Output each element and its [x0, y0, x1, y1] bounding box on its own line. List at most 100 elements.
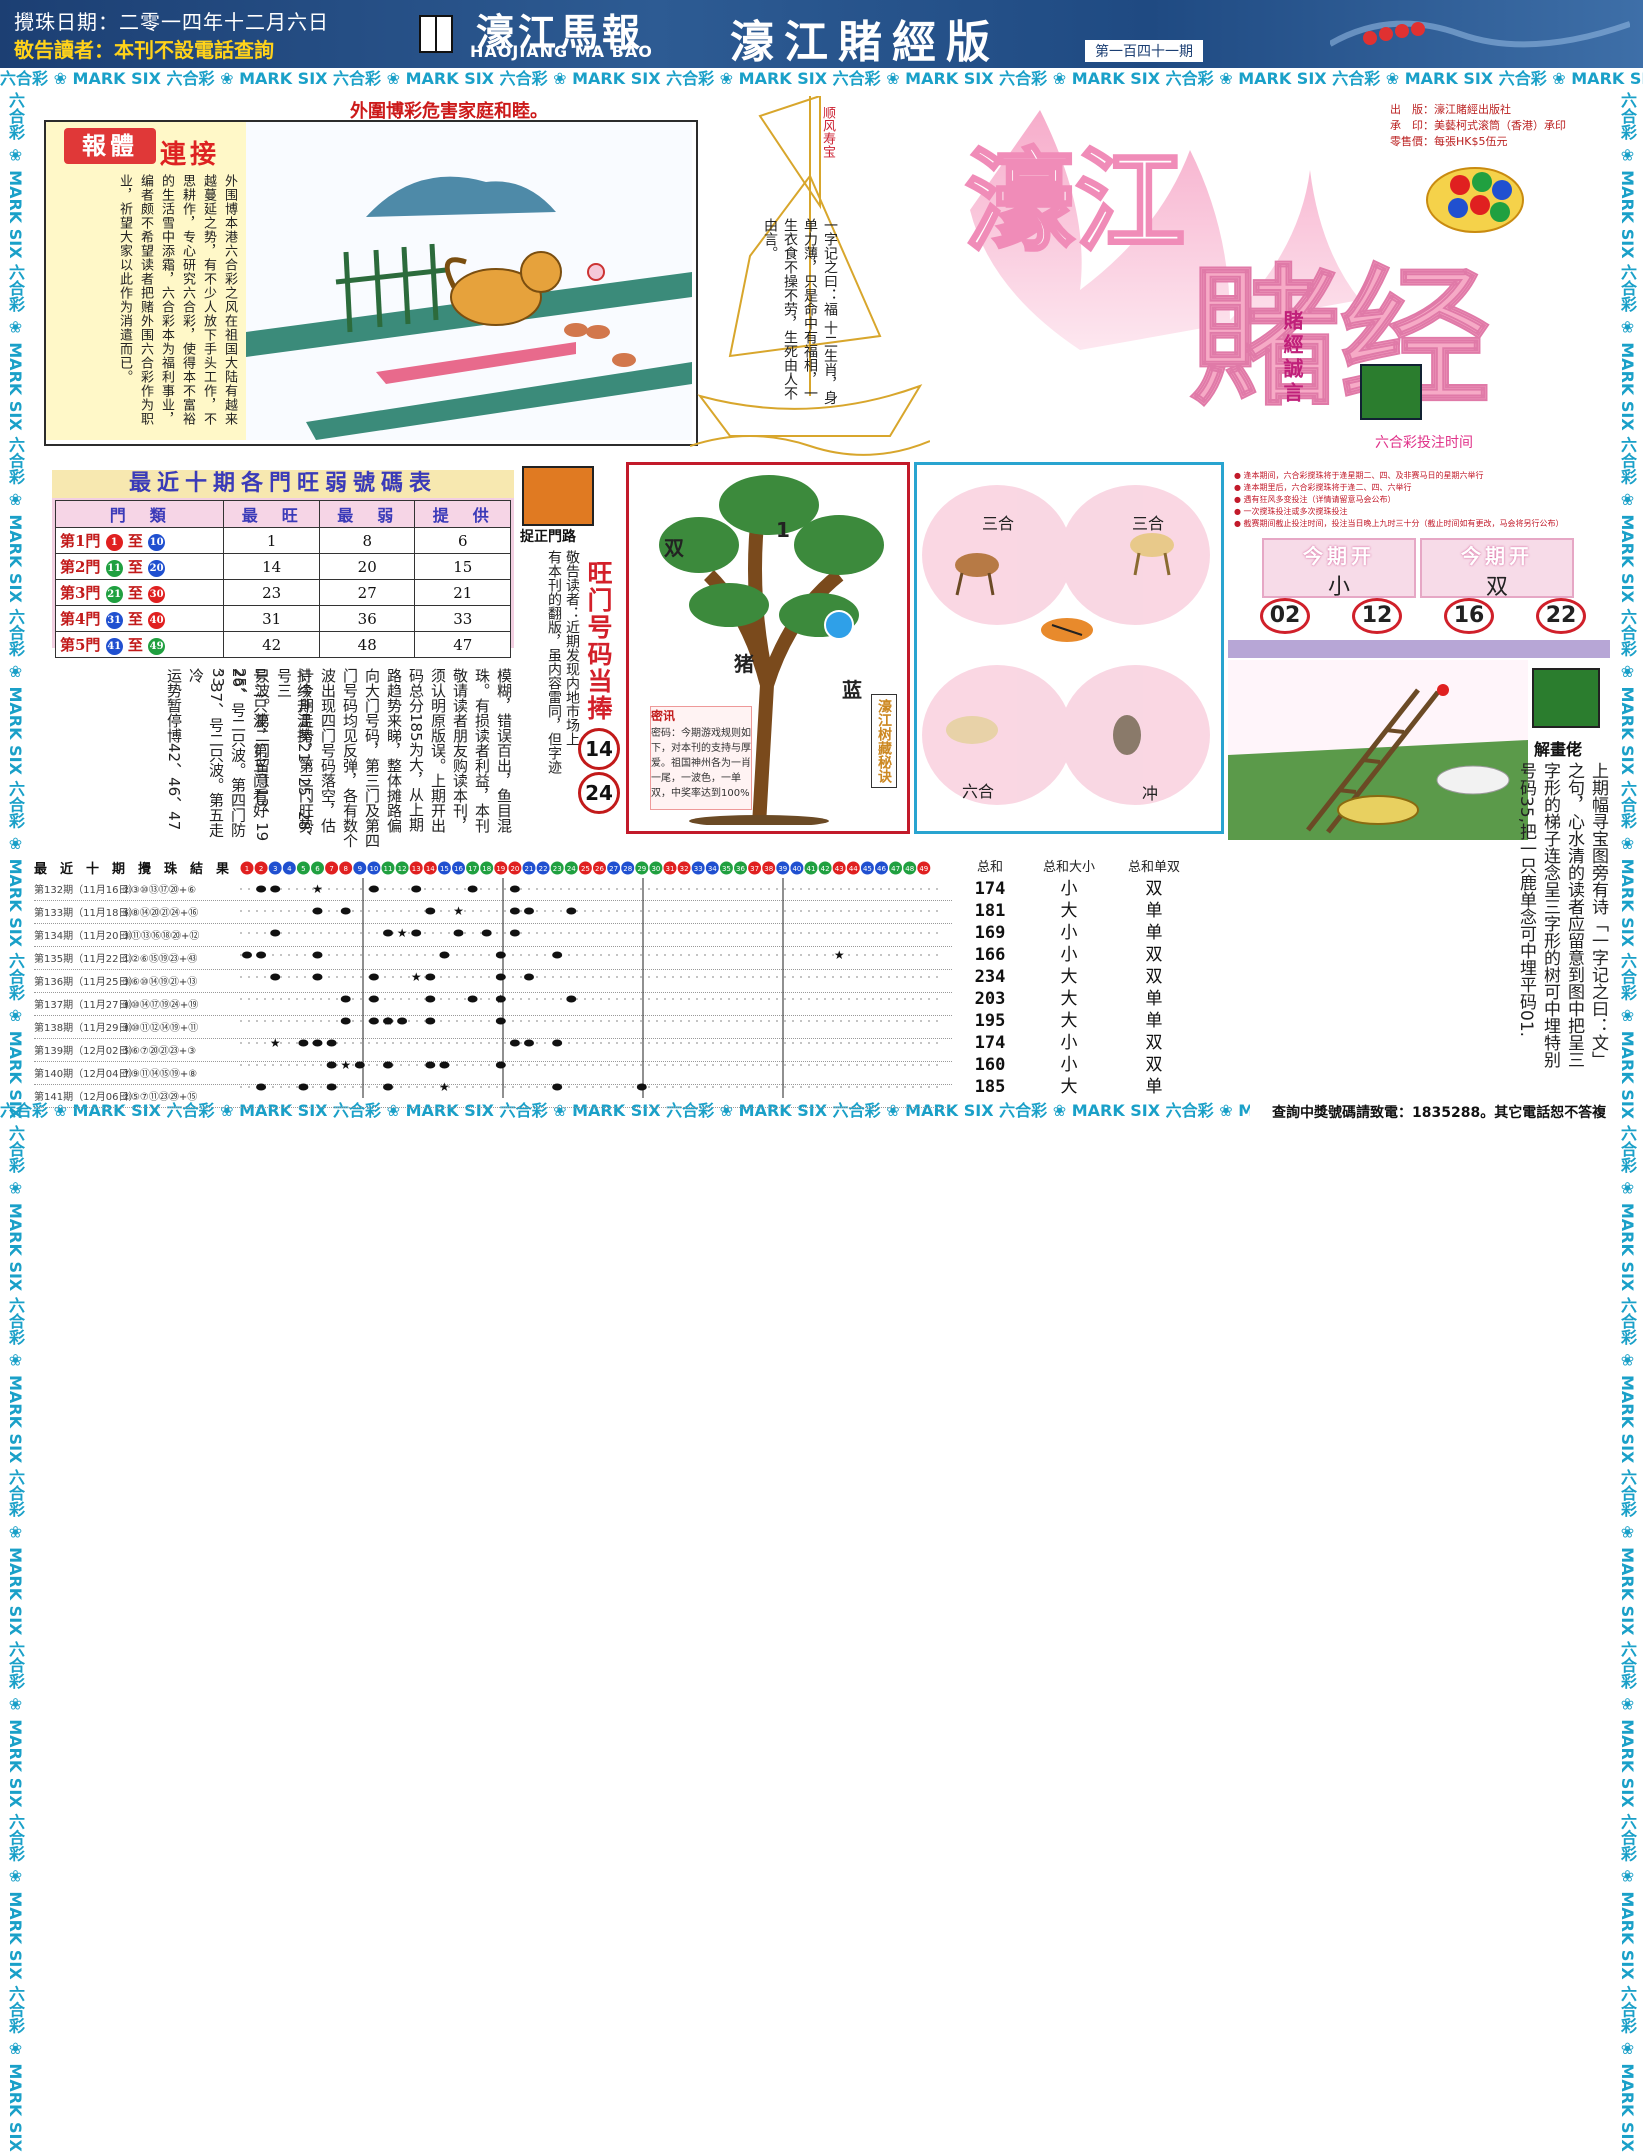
gate-name-cell: 第4門 31 至 40 [54, 605, 225, 632]
bet-rule: ● 一次搅珠投注或多次搅珠投注 [1234, 507, 1348, 516]
ball-number-label: 16 [454, 865, 463, 873]
ball-number-label: 30 [651, 865, 660, 873]
trend-dot [256, 951, 267, 959]
gate-analysis-col: 、37、号二只波。第五走冷 [187, 668, 225, 838]
gate-from-ball: 21 [105, 585, 123, 603]
tree-note-title: 密讯 [651, 709, 676, 723]
gate-to-ball: 10 [148, 533, 166, 551]
result-numbers: ⑧⑩⑪⑫⑭⑲+⑪ [122, 1023, 199, 1034]
gate-analysis-col: 波出现四门号码落空，估 [319, 668, 337, 833]
gate-to-ball: 40 [148, 611, 166, 629]
trend-dot [368, 995, 379, 1003]
gate-name: 第5門 [60, 636, 101, 654]
trend-special-star: ★ [439, 1080, 450, 1094]
ball-number-label: 7 [329, 865, 333, 873]
result-numbers: ⑦⑨⑪⑭⑮⑲+⑧ [122, 1069, 198, 1080]
column-title: 总和单双 [1127, 860, 1180, 875]
tree-secret-note: 密讯 密码：今期游戏规则如下，对本刊的支持与厚爱。祖国神州各为一肖一尾，一波色，… [650, 706, 752, 810]
tree-label-zodiac: 猪 [734, 652, 754, 676]
gate-table-title: 最近十期各門旺弱號碼表 [52, 470, 514, 498]
gate-name: 第3門 [60, 584, 101, 602]
logo-english: HAOJIANG MA BAO [470, 42, 653, 61]
gate-hot-cell: 23 [223, 579, 320, 606]
column-value: 单 [1145, 901, 1163, 921]
trend-dot [340, 995, 351, 1003]
trend-dot [425, 1017, 436, 1025]
zheng-men-label: 捉正門路 [520, 529, 576, 545]
trend-dot [326, 1039, 337, 1047]
news-badge: 報體 [64, 128, 156, 164]
trend-special-star: ★ [453, 904, 464, 918]
draw-parity-box: 今期开 双 [1420, 538, 1574, 600]
pick-number-ball: 12 [1352, 598, 1402, 634]
column-value: 双 [1145, 945, 1163, 965]
price-line: 零售價：每張HK$5伍元 [1390, 135, 1508, 148]
trend-dot [467, 995, 478, 1003]
ball-number-label: 14 [426, 865, 435, 873]
trend-dot [552, 1083, 563, 1091]
trend-dot [326, 1061, 337, 1069]
trend-dot [524, 1039, 534, 1047]
issue-number: 第一百四十一期 [1085, 40, 1203, 62]
trend-dot [242, 951, 252, 959]
column-value: 单 [1145, 1077, 1163, 1097]
column-value: 单 [1145, 989, 1163, 1009]
zodiac-label-liuhe: 六合 [962, 782, 995, 801]
ball-number-label: 1 [245, 865, 249, 873]
trend-dot [636, 1083, 647, 1091]
gate-name-cell: 第1門 1 至 10 [54, 527, 225, 554]
column-value: 单 [1145, 923, 1163, 943]
ball-number-label: 19 [496, 865, 505, 873]
tree-label-color: 蓝 [842, 678, 862, 702]
gate-table-header: 提 供 [414, 500, 511, 528]
monkey-icon [1113, 715, 1141, 755]
pick-number-ball: 02 [1260, 598, 1310, 634]
gate-hot-cell: 42 [223, 631, 320, 658]
ball-number-label: 43 [835, 865, 844, 873]
trend-dot [524, 973, 534, 981]
draw-size-value: 小 [1327, 575, 1350, 600]
ball-number-label: 6 [315, 865, 320, 873]
gate-table-header: 最 弱 [318, 500, 416, 528]
column-value: 小 [1060, 879, 1078, 899]
result-numbers: ⑧⑩⑭⑰⑲㉔+⑲ [122, 1000, 199, 1011]
ball-number-label: 35 [722, 865, 731, 873]
zodiac-label-sanhe-1: 三合 [982, 514, 1015, 533]
bet-rule: ● 遇有狂风多变投注（详情请留意马会公布） [1234, 495, 1396, 504]
ball-number-label: 27 [609, 865, 618, 873]
bet-rule: ● 逢本期间，六合彩搅珠将于逢星期二、四、及非赛马日的星期六举行 [1234, 471, 1484, 480]
ball-number-label: 21 [525, 865, 534, 873]
gate-name-cell: 第2門 11 至 20 [54, 553, 225, 580]
gate-name: 第4門 [60, 610, 101, 628]
gate-row: 第1門 1 至 10 1 8 6 [54, 527, 511, 554]
edition-title: 濠江賭經版 [730, 17, 1000, 68]
ball-number-label: 46 [877, 865, 886, 873]
ball-number-label: 15 [440, 865, 449, 873]
header-decoration-icon [1330, 20, 1630, 48]
mark-six-strip-top: 六合彩 ❀ MARK SIX 六合彩 ❀ MARK SIX 六合彩 ❀ MARK… [0, 68, 1643, 90]
result-numbers: ③⑪⑬⑯⑱⑳+⑫ [122, 931, 200, 942]
column-value: 181 [974, 901, 1006, 921]
gate-to-ball: 20 [148, 559, 166, 577]
gate-table: 門 類最 旺最 弱提 供 第1門 1 至 10 1 8 6 第2門 11 至 20 14 2… [54, 500, 511, 658]
dog-article-text: 外围博本港六合彩之风在祖国大陆有越来越蔓延之势，有不少人放下手头工作，不思耕作，… [117, 174, 237, 426]
trend-dot [368, 885, 379, 893]
trend-special-star: ★ [411, 970, 422, 984]
draw-size-box: 今期开 小 [1262, 538, 1416, 600]
gate-cold-cell: 48 [318, 631, 416, 658]
trend-dot [425, 973, 436, 981]
trend-dot [270, 929, 281, 937]
column-value: 双 [1145, 1033, 1163, 1053]
ball-number-label: 13 [412, 865, 421, 873]
gate-hot-cell: 31 [223, 605, 320, 632]
trend-dot [411, 885, 422, 893]
gate-analysis-col: 码总分185为大，从上期 [407, 668, 425, 832]
column-value: 单 [1145, 1011, 1163, 1031]
dog-illustration [246, 122, 692, 440]
trend-dot [312, 1039, 323, 1047]
trend-dot [298, 1083, 309, 1091]
column-value: 160 [974, 1055, 1006, 1075]
gate-analysis-col: 持续升温捧21、25、28、号三 [275, 668, 313, 846]
ball-number-label: 11 [384, 865, 393, 873]
gate-analysis-col: 门号码均见反弹，各有数个 [341, 668, 359, 848]
